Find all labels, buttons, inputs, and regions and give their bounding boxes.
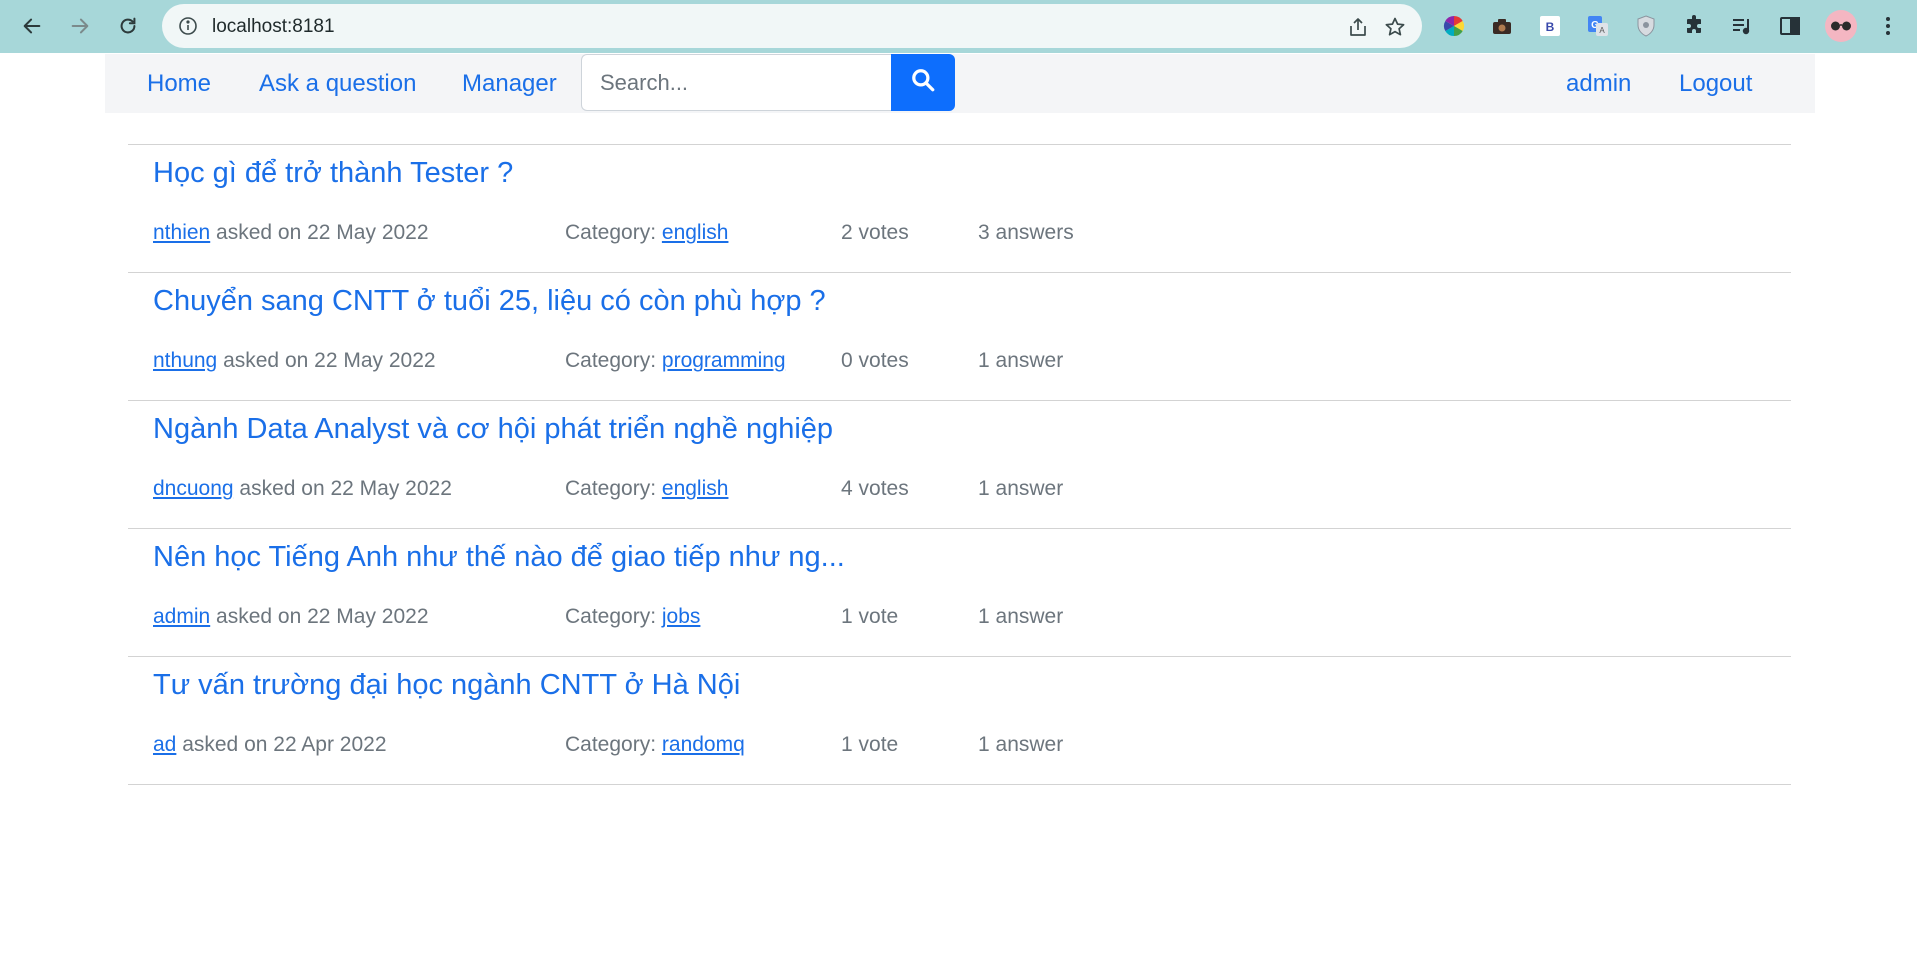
question-item: Ngành Data Analyst và cơ hội phát triển … bbox=[128, 401, 1791, 529]
nav-home-link[interactable]: Home bbox=[147, 70, 211, 98]
asked-date: asked on 22 May 2022 bbox=[210, 605, 429, 628]
author-link[interactable]: ad bbox=[153, 733, 176, 756]
side-panel-icon[interactable] bbox=[1777, 13, 1803, 39]
question-category-meta: Category: programming bbox=[565, 349, 786, 373]
category-label: Category: bbox=[565, 221, 662, 244]
question-title-link[interactable]: Học gì để trở thành Tester ? bbox=[153, 157, 513, 190]
puzzle-extensions-icon[interactable] bbox=[1681, 13, 1707, 39]
category-label: Category: bbox=[565, 733, 662, 756]
answer-count: 1 answer bbox=[978, 349, 1064, 372]
question-category-meta: Category: english bbox=[565, 221, 728, 245]
nav-manager-link[interactable]: Manager bbox=[462, 70, 557, 98]
profile-avatar[interactable] bbox=[1825, 10, 1857, 42]
vote-count: 1 vote bbox=[841, 733, 899, 756]
author-link[interactable]: nthung bbox=[153, 349, 217, 372]
question-item: Nên học Tiếng Anh như thế nào để giao ti… bbox=[128, 529, 1791, 657]
svg-text:A: A bbox=[1599, 26, 1605, 35]
search-form bbox=[581, 54, 960, 111]
question-author-meta: nthung asked on 22 May 2022 bbox=[153, 349, 436, 373]
answer-count: 3 answers bbox=[978, 221, 1074, 244]
forward-arrow-icon[interactable] bbox=[62, 8, 98, 44]
vote-count: 4 votes bbox=[841, 477, 909, 500]
vote-count: 1 vote bbox=[841, 605, 899, 628]
asked-date: asked on 22 May 2022 bbox=[217, 349, 436, 372]
category-link[interactable]: jobs bbox=[662, 605, 701, 628]
translate-extension-icon[interactable]: GA bbox=[1585, 13, 1611, 39]
category-label: Category: bbox=[565, 605, 662, 628]
question-item: Học gì để trở thành Tester ? nthien aske… bbox=[128, 145, 1791, 273]
category-link[interactable]: english bbox=[662, 221, 729, 244]
author-link[interactable]: admin bbox=[153, 605, 210, 628]
back-arrow-icon[interactable] bbox=[14, 8, 50, 44]
svg-text:B: B bbox=[1546, 20, 1555, 34]
search-button[interactable] bbox=[891, 54, 955, 111]
star-icon[interactable] bbox=[1384, 16, 1406, 38]
category-link[interactable]: randomq bbox=[662, 733, 745, 756]
media-queue-icon[interactable] bbox=[1729, 13, 1755, 39]
category-link[interactable]: programming bbox=[662, 349, 786, 372]
bootstrap-extension-icon[interactable]: B bbox=[1537, 13, 1563, 39]
nav-ask-question-link[interactable]: Ask a question bbox=[259, 70, 416, 98]
camera-extension-icon[interactable] bbox=[1489, 13, 1515, 39]
question-category-meta: Category: english bbox=[565, 477, 728, 501]
question-author-meta: nthien asked on 22 May 2022 bbox=[153, 221, 429, 245]
address-bar[interactable]: localhost:8181 bbox=[162, 4, 1422, 48]
color-wheel-extension-icon[interactable] bbox=[1441, 13, 1467, 39]
info-icon[interactable] bbox=[178, 16, 198, 36]
asked-date: asked on 22 Apr 2022 bbox=[176, 733, 387, 756]
question-category-meta: Category: jobs bbox=[565, 605, 700, 629]
asked-date: asked on 22 May 2022 bbox=[210, 221, 429, 244]
author-link[interactable]: dncuong bbox=[153, 477, 234, 500]
category-link[interactable]: english bbox=[662, 477, 729, 500]
nav-user-link[interactable]: admin bbox=[1566, 70, 1631, 98]
vote-count: 2 votes bbox=[841, 221, 909, 244]
browser-toolbar: localhost:8181 B GA bbox=[0, 0, 1917, 53]
question-title-link[interactable]: Ngành Data Analyst và cơ hội phát triển … bbox=[153, 413, 833, 446]
reload-icon[interactable] bbox=[110, 8, 146, 44]
logout-link[interactable]: Logout bbox=[1679, 70, 1752, 98]
share-icon[interactable] bbox=[1347, 16, 1369, 38]
question-item: Tư vấn trường đại học ngành CNTT ở Hà Nộ… bbox=[128, 657, 1791, 785]
answer-count: 1 answer bbox=[978, 477, 1064, 500]
question-title-link[interactable]: Nên học Tiếng Anh như thế nào để giao ti… bbox=[153, 541, 845, 574]
author-link[interactable]: nthien bbox=[153, 221, 210, 244]
search-input[interactable] bbox=[581, 54, 891, 111]
kebab-menu-icon[interactable] bbox=[1875, 13, 1901, 39]
vote-count: 0 votes bbox=[841, 349, 909, 372]
answer-count: 1 answer bbox=[978, 733, 1064, 756]
url-text[interactable]: localhost:8181 bbox=[212, 16, 335, 38]
question-list: Học gì để trở thành Tester ? nthien aske… bbox=[128, 144, 1791, 785]
category-label: Category: bbox=[565, 349, 662, 372]
question-category-meta: Category: randomq bbox=[565, 733, 745, 757]
question-author-meta: ad asked on 22 Apr 2022 bbox=[153, 733, 387, 757]
question-title-link[interactable]: Tư vấn trường đại học ngành CNTT ở Hà Nộ… bbox=[153, 669, 740, 702]
asked-date: asked on 22 May 2022 bbox=[233, 477, 452, 500]
question-item: Chuyển sang CNTT ở tuổi 25, liệu có còn … bbox=[128, 273, 1791, 401]
search-icon bbox=[910, 67, 936, 98]
question-author-meta: admin asked on 22 May 2022 bbox=[153, 605, 429, 629]
question-title-link[interactable]: Chuyển sang CNTT ở tuổi 25, liệu có còn … bbox=[153, 285, 826, 318]
app-navbar: Home Ask a question Manager admin Logout bbox=[105, 54, 1815, 113]
category-label: Category: bbox=[565, 477, 662, 500]
question-author-meta: dncuong asked on 22 May 2022 bbox=[153, 477, 452, 501]
answer-count: 1 answer bbox=[978, 605, 1064, 628]
shield-extension-icon[interactable] bbox=[1633, 13, 1659, 39]
